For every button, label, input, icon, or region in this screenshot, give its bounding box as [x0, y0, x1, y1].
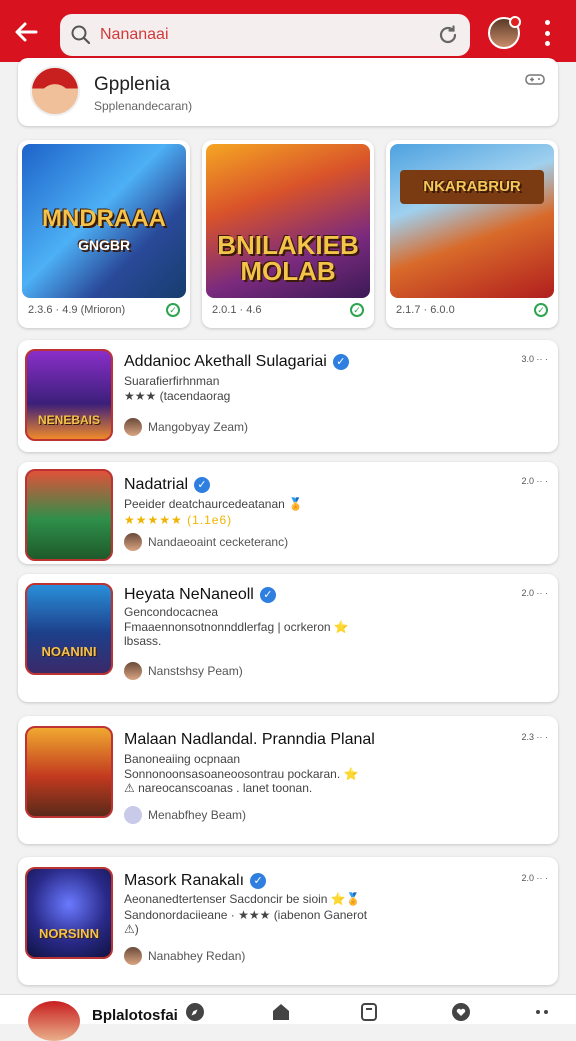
featured-art-title: BNILAKIEB MOLAB [217, 230, 359, 286]
app-description: Fmaaennonsotnonnddlerfag | ocrkeron ⭐ lb… [124, 620, 349, 648]
home-icon[interactable] [270, 1001, 292, 1023]
developer-profile-card[interactable]: Gpplenia Spplenandecaran) [18, 58, 558, 126]
developer-avatar [124, 806, 142, 824]
app-rating-line: Sandonordaciieane · ★★★ (iabenon Ganerot… [124, 908, 368, 936]
featured-meta: 2.3.6 · 4.9 (Mrioron) [28, 304, 126, 316]
app-version: 2.0 ·· · [521, 588, 548, 598]
controller-icon[interactable] [524, 70, 546, 88]
app-icon: NENEBAIS [25, 349, 113, 441]
bottom-navigation: Bplalotosfai [0, 994, 576, 1041]
developer-avatar [124, 533, 142, 551]
search-icon [71, 25, 91, 45]
app-title: Heyata NeNaneoll ✓ [124, 586, 276, 604]
featured-card[interactable]: MNDRAAA GNGBR 2.3.6 · 4.9 (Mrioron) ✓ [18, 140, 190, 328]
app-title: Masork Ranakalı ✓ [124, 872, 267, 890]
heart-shield-icon[interactable] [450, 1001, 472, 1023]
app-developer[interactable]: Nandaeoaint cecketeranc) [124, 533, 288, 551]
app-tagline: Banoneaiing ocpnaan [124, 752, 241, 766]
app-list-item[interactable]: NOANINI Heyata NeNaneoll ✓ Gencondocacnea… [18, 574, 558, 702]
top-app-bar: Nananaai [0, 0, 576, 62]
app-title: Addanioc Akethall Sulagariai ✓ [124, 353, 349, 371]
app-icon [25, 469, 113, 561]
app-version: 2.0 ·· · [521, 873, 548, 883]
verified-check-icon: ✓ [534, 303, 548, 317]
app-tagline: Aeonanedtertenser Sacdoncir be sioin ⭐🏅 [124, 892, 361, 906]
featured-image: MNDRAAA GNGBR [22, 144, 186, 298]
app-list-item[interactable]: Malaan Nadlandal. Pranndia Planal Banone… [18, 716, 558, 844]
verified-badge-icon: ✓ [332, 354, 349, 370]
app-title: Malaan Nadlandal. Pranndia Planal [124, 731, 375, 748]
app-list-item[interactable]: NENEBAIS Addanioc Akethall Sulagariai ✓ S… [18, 340, 558, 452]
notification-dot-icon [509, 16, 521, 28]
search-query-text[interactable]: Nananaai [100, 26, 169, 44]
profile-subtitle: Spplenandecaran) [94, 99, 193, 113]
featured-image: NKARABRUR [390, 144, 554, 298]
app-version: 2.0 ·· · [521, 476, 548, 486]
app-tagline: Peeider deatchaurcedeatanan 🏅 [124, 497, 304, 511]
developer-avatar [124, 947, 142, 965]
app-icon [25, 726, 113, 818]
search-bar[interactable]: Nananaai [60, 14, 470, 56]
app-tagline: Suarafierfirhnman [124, 374, 220, 388]
app-tagline: Gencondocacnea [124, 605, 219, 619]
featured-art-title: NKARABRUR [400, 170, 544, 204]
app-rating-line: ★★★ (tacendaorag [124, 389, 231, 403]
app-developer[interactable]: Menabfhey Beam) [124, 806, 246, 824]
app-developer[interactable]: Mangobyay Zeam) [124, 418, 248, 436]
compass-icon[interactable] [184, 1001, 206, 1023]
back-arrow-icon[interactable] [12, 18, 40, 46]
more-dots-icon[interactable] [532, 1001, 554, 1023]
app-description: Sonnonoonsasoaneoosontrau pockaran. ⭐ ⚠ … [124, 767, 359, 795]
library-icon[interactable] [358, 1001, 380, 1023]
app-list-item[interactable]: Nadatrial ✓ Peeider deatchaurcedeatanan 🏅… [18, 462, 558, 564]
verified-badge-icon: ✓ [250, 873, 267, 889]
app-rating-line: ★★★★★ (1.1e6) [124, 513, 233, 527]
user-avatar[interactable] [488, 16, 521, 49]
app-version: 2.3 ·· · [521, 732, 548, 742]
app-icon: NOANINI [25, 583, 113, 675]
refresh-icon[interactable] [436, 23, 460, 47]
featured-card[interactable]: NKARABRUR 2.1.7 · 6.0.0 ✓ [386, 140, 558, 328]
app-developer[interactable]: Nanabhey Redan) [124, 947, 245, 965]
featured-meta: 2.1.7 · 6.0.0 [396, 304, 455, 316]
featured-card[interactable]: BNILAKIEB MOLAB 2.0.1 · 4.6 ✓ [202, 140, 374, 328]
app-title: Nadatrial ✓ [124, 476, 211, 494]
featured-art-title: MNDRAAA GNGBR [42, 205, 166, 254]
featured-meta: 2.0.1 · 4.6 [212, 304, 262, 316]
verified-badge-icon: ✓ [194, 477, 211, 493]
more-options-icon[interactable] [540, 20, 554, 46]
app-list-item[interactable]: NORSINN Masork Ranakalı ✓ Aeonanedtertens… [18, 857, 558, 985]
app-icon: NORSINN [25, 867, 113, 959]
bottom-avatar[interactable] [28, 1001, 80, 1041]
profile-avatar [30, 66, 80, 116]
verified-badge-icon: ✓ [259, 587, 276, 603]
app-version: 3.0 ·· · [521, 354, 548, 364]
verified-check-icon: ✓ [350, 303, 364, 317]
developer-avatar [124, 418, 142, 436]
developer-avatar [124, 662, 142, 680]
bottom-profile-label: Bplalotosfai [92, 1007, 178, 1024]
app-developer[interactable]: Nanstshsy Peam) [124, 662, 243, 680]
featured-image: BNILAKIEB MOLAB [206, 144, 370, 298]
verified-check-icon: ✓ [166, 303, 180, 317]
profile-title: Gpplenia [94, 74, 171, 95]
